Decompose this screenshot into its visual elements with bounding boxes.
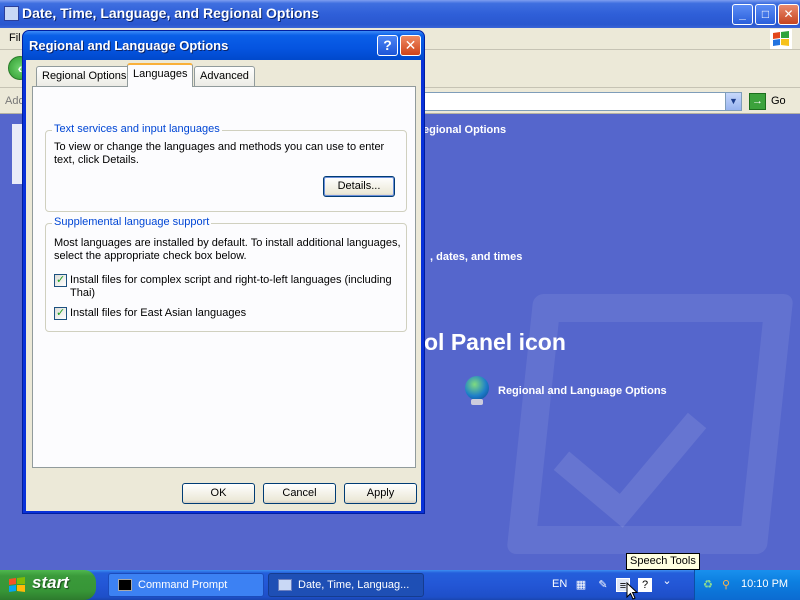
close-button[interactable]: ✕ [778,4,799,25]
background-window-title: Date, Time, Language, and Regional Optio… [22,5,319,21]
text-services-legend: Text services and input languages [52,123,222,135]
mouse-cursor-icon [626,582,639,600]
supplemental-description-line1: Most languages are installed by default.… [54,237,401,249]
taskbar-item-command-prompt[interactable]: Command Prompt [108,573,264,597]
windows-logo-icon [9,577,25,592]
help-tray-icon[interactable]: ? [638,578,652,592]
close-icon[interactable]: ✕ [400,35,421,56]
network-icon[interactable]: ♻ [701,578,715,592]
supplemental-description-line2: select the appropriate check box below. [54,250,247,262]
tab-languages[interactable]: Languages [127,63,194,87]
chevron-down-icon[interactable]: ▼ [725,93,741,110]
clock: 10:10 PM [741,578,789,590]
command-prompt-icon [118,579,132,591]
go-label: Go [771,95,786,107]
menu-file[interactable]: Fil [9,32,21,44]
supplemental-language-group: Supplemental language support Most langu… [45,216,407,332]
complex-script-label-line1: Install files for complex script and rig… [70,274,392,286]
minimize-button[interactable]: _ [732,4,753,25]
dialog-body: Regional Options Languages Advanced Text… [26,60,421,511]
search-tray-icon[interactable]: ⚲ [719,578,733,592]
dialog-title: Regional and Language Options [29,38,229,53]
maximize-button[interactable]: □ [755,4,776,25]
globe-icon [465,376,489,400]
address-input[interactable]: ▼ [420,92,742,111]
apply-button[interactable]: Apply [344,483,417,504]
east-asian-checkbox[interactable]: ✓ Install files for East Asian languages [54,307,394,321]
task-link[interactable]: , dates, and times [430,251,522,263]
system-tray: ♻ ⚲ 10:10 PM [694,570,800,600]
complex-script-checkbox[interactable]: ✓ Install files for complex script and r… [54,274,394,300]
xp-flag-icon [770,29,792,49]
cancel-button[interactable]: Cancel [263,483,336,504]
globe-stand [471,399,483,405]
checkmark-icon: ✓ [56,307,66,319]
category-title: egional Options [423,124,507,136]
go-arrow-icon: → [749,93,766,110]
tab-regional-options[interactable]: Regional Options [36,66,133,86]
control-panel-heading: ol Panel icon [424,329,566,355]
languages-tab-panel: Text services and input languages To vie… [32,86,416,468]
text-services-description-line1: To view or change the languages and meth… [54,141,385,153]
checkmark-icon: ✓ [56,274,66,286]
ok-button[interactable]: OK [182,483,255,504]
checkbox[interactable]: ✓ [54,307,67,320]
text-services-description-line2: text, click Details. [54,154,139,166]
speech-tools-tooltip: Speech Tools [626,553,700,570]
taskbar: start Command Prompt Date, Time, Languag… [0,570,800,600]
control-panel-icon [278,579,292,591]
start-label: start [32,573,69,592]
details-button[interactable]: Details... [323,176,395,197]
options-chevron-icon[interactable]: ⌄ [660,574,674,588]
text-services-group: Text services and input languages To vie… [45,123,407,212]
taskbar-item-label: Command Prompt [138,579,228,591]
cp-item-label: Regional and Language Options [498,385,667,397]
tab-advanced[interactable]: Advanced [194,66,255,86]
regional-language-dialog: Regional and Language Options ? ✕ Region… [22,30,425,514]
supplemental-legend: Supplemental language support [52,216,212,228]
keyboard-icon[interactable]: ▦ [574,578,588,592]
language-indicator[interactable]: EN [552,578,567,590]
background-titlebar[interactable]: Date, Time, Language, and Regional Optio… [0,0,800,28]
east-asian-label: Install files for East Asian languages [70,307,247,319]
dialog-titlebar[interactable]: Regional and Language Options ? ✕ [23,31,424,60]
complex-script-label-line2: Thai) [70,287,96,299]
checkbox[interactable]: ✓ [54,274,67,287]
help-icon[interactable]: ? [377,35,398,56]
taskbar-item-date-time[interactable]: Date, Time, Languag... [268,573,424,597]
taskbar-item-label: Date, Time, Languag... [298,579,410,591]
start-button[interactable]: start [0,570,96,600]
control-panel-icon [4,6,19,21]
pen-icon[interactable]: ✎ [596,578,610,592]
